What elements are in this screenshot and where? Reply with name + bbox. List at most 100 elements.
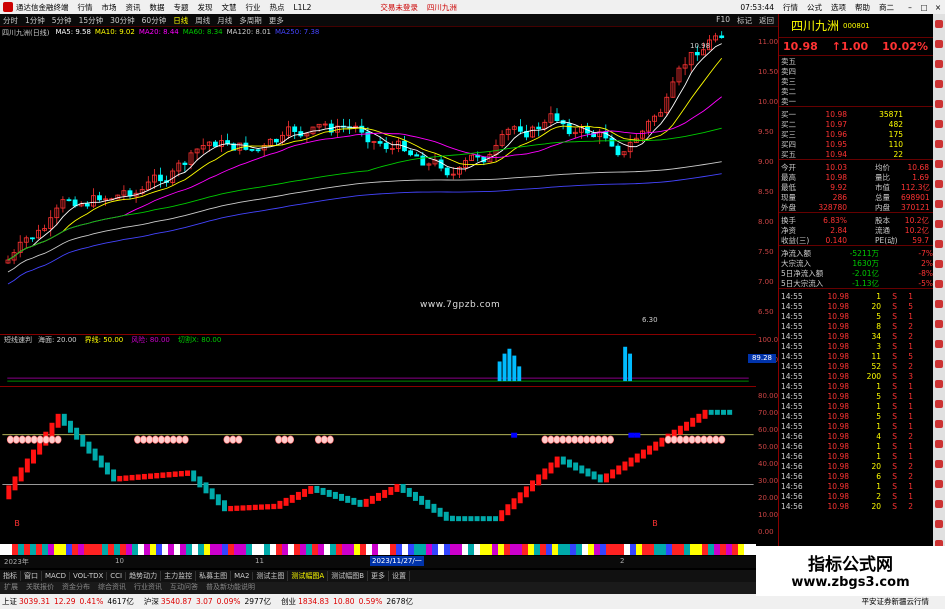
stat-value: 6.83% — [823, 215, 847, 225]
tick-count: 2 — [908, 361, 913, 371]
menu-item[interactable]: 发现 — [198, 2, 213, 13]
strip-cell — [18, 544, 24, 555]
side-tool-icon[interactable] — [935, 380, 943, 388]
info-tab[interactable]: 综合资讯 — [98, 583, 126, 591]
period-tab[interactable]: 周线 — [195, 15, 210, 26]
side-tool-icon[interactable] — [935, 220, 943, 228]
trend-step — [542, 468, 548, 480]
side-tool-icon[interactable] — [935, 400, 943, 408]
info-tab[interactable]: 普及新功能说明 — [206, 583, 255, 591]
period-tab-active[interactable]: 日线 — [173, 15, 188, 26]
tick-list[interactable]: 14:55 10.98 1 S 1 14:55 10.98 20 S 5 14:55 10.98 5 S 1… — [779, 288, 933, 511]
period-tab[interactable]: 月线 — [217, 15, 232, 26]
side-tool-icon[interactable] — [935, 280, 943, 288]
trade-login-link[interactable]: 交易未登录 — [380, 2, 418, 13]
side-tool-icon[interactable] — [935, 440, 943, 448]
side-tool-icon[interactable] — [935, 500, 943, 508]
period-tab[interactable]: 15分钟 — [79, 15, 104, 26]
side-tool-icon[interactable] — [935, 460, 943, 468]
side-tool-icon[interactable] — [935, 180, 943, 188]
minimize-icon[interactable]: – — [904, 3, 916, 12]
side-tool-icon[interactable] — [935, 240, 943, 248]
tick-time: 14:56 — [781, 481, 803, 491]
strip-cell — [12, 544, 18, 555]
side-tool-icon[interactable] — [935, 100, 943, 108]
trend-step — [603, 473, 609, 483]
indicator-tab[interactable]: 测试主图 — [253, 571, 289, 581]
strip-cell — [324, 544, 330, 555]
indicator-tab[interactable]: 主力监控 — [161, 571, 197, 581]
side-tool-icon[interactable] — [935, 40, 943, 48]
side-tool-icon[interactable] — [935, 480, 943, 488]
side-tool-icon[interactable] — [935, 140, 943, 148]
menu-item[interactable]: 数据 — [150, 2, 165, 13]
menu-item[interactable]: 资讯 — [126, 2, 141, 13]
info-tab[interactable]: 关联报价 — [26, 583, 54, 591]
info-tab[interactable]: 行业资讯 — [134, 583, 162, 591]
period-tab[interactable]: 60分钟 — [142, 15, 167, 26]
indicator-tab[interactable]: 趋势动力 — [126, 571, 162, 581]
menu-item[interactable]: 公式 — [807, 2, 822, 13]
side-tool-icon[interactable] — [935, 80, 943, 88]
f10-button[interactable]: F10 — [716, 15, 730, 26]
side-tool-icon[interactable] — [935, 120, 943, 128]
trend-indicator-panel[interactable]: B B — [0, 386, 756, 544]
period-tab[interactable]: 分时 — [3, 15, 18, 26]
indicator-tab[interactable]: CCI — [107, 572, 127, 580]
menu-item[interactable]: 选项 — [831, 2, 846, 13]
side-tool-icon[interactable] — [935, 520, 943, 528]
tab-right[interactable]: 商二 — [879, 2, 894, 13]
signal-dot — [181, 435, 189, 444]
side-tool-icon[interactable] — [935, 420, 943, 428]
menu-item[interactable]: 行情 — [78, 2, 93, 13]
side-tool-icon[interactable] — [935, 360, 943, 368]
menu-item[interactable]: 市场 — [102, 2, 117, 13]
indicator-tab[interactable]: 测试幅图A — [288, 571, 329, 581]
tick-volume: 1 — [876, 401, 881, 411]
indicator-tab[interactable]: MACD — [42, 572, 70, 580]
mark-button[interactable]: 标记 — [737, 15, 752, 26]
candle — [212, 141, 218, 147]
maximize-icon[interactable]: □ — [918, 3, 930, 12]
tick-volume: 200 — [866, 371, 881, 381]
price-tick: 7.00 — [758, 278, 774, 286]
side-tool-icon[interactable] — [935, 320, 943, 328]
info-tab[interactable]: 扩展 — [4, 583, 18, 591]
indicator-tab[interactable]: 更多 — [368, 571, 390, 581]
indicator-tab[interactable]: VOL-TDX — [70, 572, 108, 580]
info-tab[interactable]: 资金分布 — [62, 583, 90, 591]
side-tool-icon[interactable] — [935, 300, 943, 308]
strip-cell — [420, 544, 426, 555]
period-tab[interactable]: 5分钟 — [52, 15, 72, 26]
side-tool-icon[interactable] — [935, 160, 943, 168]
menu-item[interactable]: 行情 — [783, 2, 798, 13]
side-tool-icon[interactable] — [935, 260, 943, 268]
side-toolbar[interactable] — [933, 14, 945, 594]
period-tab[interactable]: 多周期 — [239, 15, 262, 26]
period-tab[interactable]: 30分钟 — [110, 15, 135, 26]
indicator-tab[interactable]: 测试幅图B — [328, 571, 369, 581]
info-tab[interactable]: 互动问答 — [170, 583, 198, 591]
side-tool-icon[interactable] — [935, 200, 943, 208]
menu-item[interactable]: L1L2 — [294, 3, 312, 12]
period-tab[interactable]: 1分钟 — [25, 15, 45, 26]
close-icon[interactable]: × — [932, 3, 944, 12]
menu-item[interactable]: 帮助 — [855, 2, 870, 13]
back-button[interactable]: 返回 — [759, 15, 774, 26]
indicator-tab[interactable]: MA2 — [231, 572, 254, 580]
indicator-tab[interactable]: 指标 — [0, 571, 21, 581]
side-tool-icon[interactable] — [935, 20, 943, 28]
indicator-tab[interactable]: 设置 — [389, 571, 411, 581]
menu-bar: 通达信金融终端 行情 市场 资讯 数据 专题 发现 文慧 行业 热点 L1L2 … — [0, 0, 945, 14]
side-tool-icon[interactable] — [935, 60, 943, 68]
side-tool-icon[interactable] — [935, 340, 943, 348]
candlestick-chart[interactable]: 10.98 6.30 — [0, 28, 756, 334]
trend-step — [456, 516, 462, 522]
indicator-tab[interactable]: 私募主图 — [196, 571, 232, 581]
indicator-tab[interactable]: 窗口 — [21, 571, 42, 581]
menu-item[interactable]: 文慧 — [222, 2, 237, 13]
menu-item[interactable]: 行业 — [246, 2, 261, 13]
menu-item[interactable]: 热点 — [270, 2, 285, 13]
menu-item[interactable]: 专题 — [174, 2, 189, 13]
period-tab[interactable]: 更多 — [269, 15, 284, 26]
